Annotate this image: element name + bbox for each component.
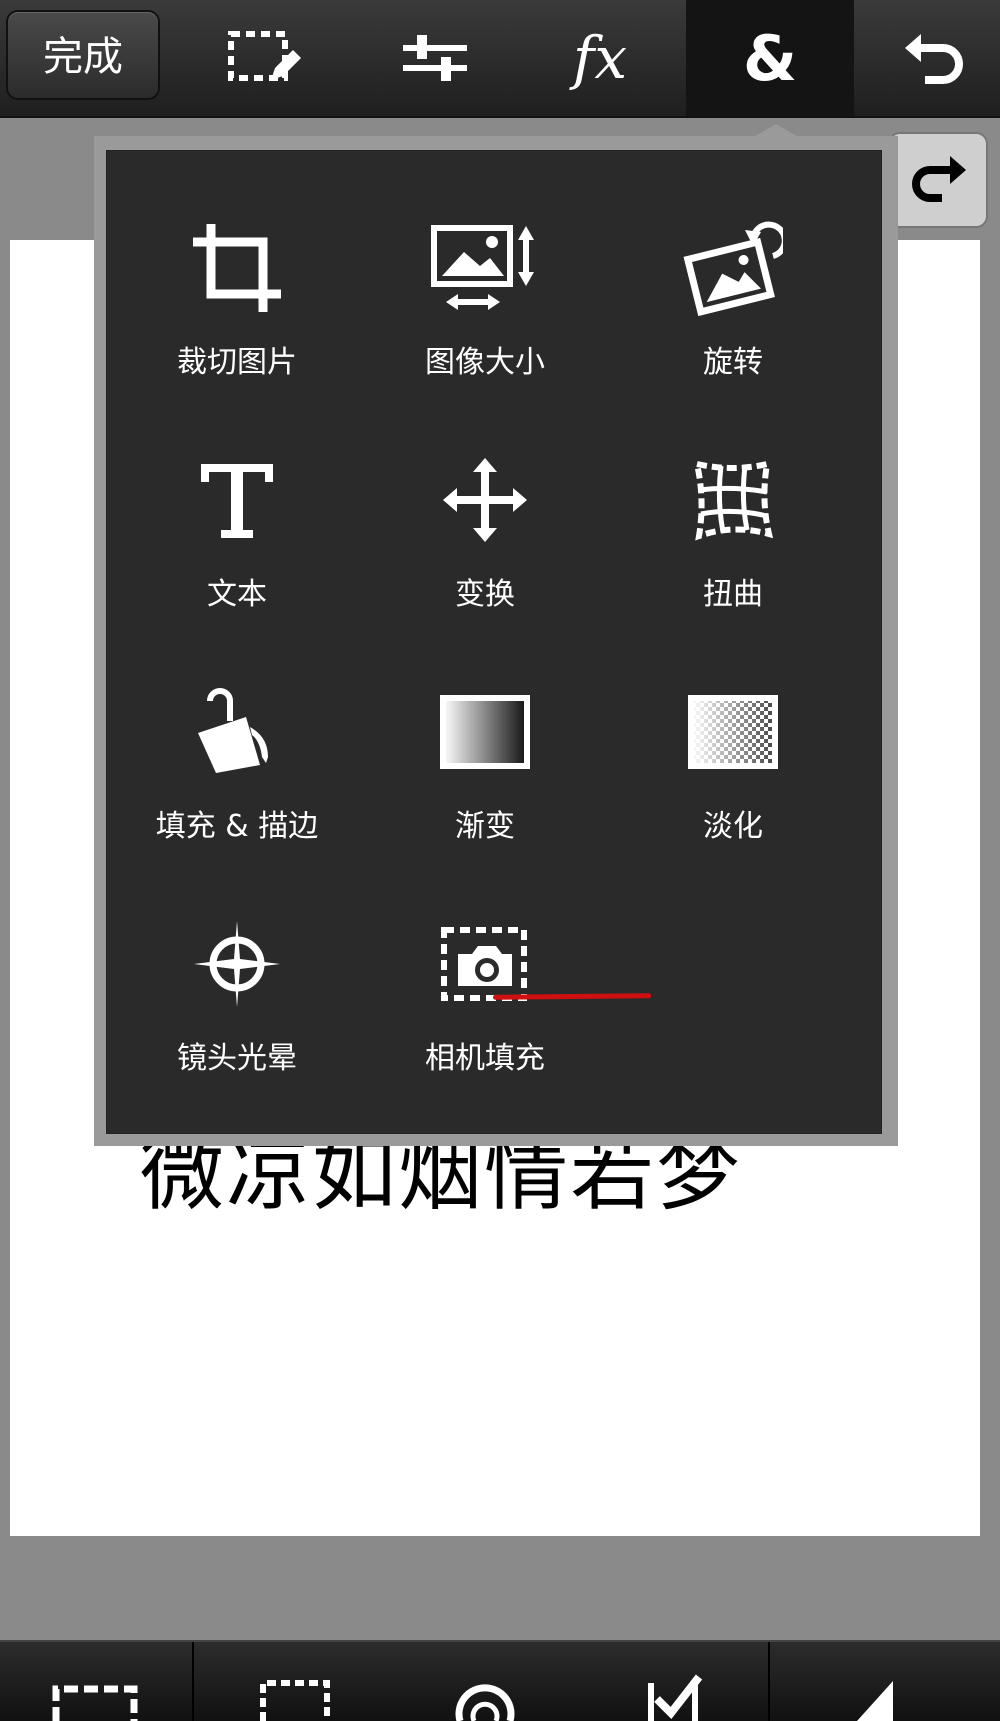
lens-flare-icon — [182, 913, 292, 1015]
arrow-icon[interactable] — [820, 1642, 930, 1721]
selection-edit-icon[interactable] — [190, 0, 340, 116]
rotate-icon — [678, 217, 788, 319]
menu-item-text[interactable]: 文本 — [117, 383, 357, 613]
popup-pointer — [752, 124, 800, 138]
menu-item-camera-fill[interactable]: 相机填充 — [365, 847, 605, 1077]
menu-item-label: 扭曲 — [703, 577, 763, 612]
menu-item-label: 填充 & 描边 — [155, 809, 319, 844]
menu-item-crop[interactable]: 裁切图片 — [117, 151, 357, 381]
menu-item-fill-stroke[interactable]: 填充 & 描边 — [117, 615, 357, 845]
ampersand-icon[interactable]: & — [686, 0, 854, 116]
camera-fill-icon — [430, 913, 540, 1015]
marquee-icon[interactable] — [40, 1642, 150, 1721]
menu-item-gradient[interactable]: 渐变 — [365, 615, 605, 845]
menu-item-label: 淡化 — [703, 809, 763, 844]
menu-item-transform[interactable]: 变换 — [365, 383, 605, 613]
separator — [768, 1642, 770, 1721]
lasso-icon[interactable] — [430, 1642, 540, 1721]
gradient-icon — [430, 681, 540, 783]
menu-item-label: 裁切图片 — [177, 345, 297, 380]
ampersand-label: & — [742, 21, 798, 95]
undo-icon[interactable] — [870, 0, 1000, 116]
menu-item-label: 变换 — [455, 577, 515, 612]
image-size-icon — [430, 217, 540, 319]
edit-tools-menu: 裁切图片 图像大小 旋转 文本 变换 扭曲 填充 & 描边 渐变 淡化 镜头光晕… — [106, 150, 882, 1134]
done-button[interactable]: 完成 — [6, 10, 160, 100]
menu-item-label: 图像大小 — [425, 345, 545, 380]
fx-icon[interactable]: fx — [530, 0, 670, 116]
menu-item-warp[interactable]: 扭曲 — [613, 383, 853, 613]
menu-item-lens-flare[interactable]: 镜头光晕 — [117, 847, 357, 1077]
menu-item-label: 旋转 — [703, 345, 763, 380]
check-icon[interactable] — [620, 1642, 730, 1721]
text-icon — [182, 449, 292, 551]
highlight-underline — [492, 993, 652, 1000]
menu-item-label: 文本 — [207, 577, 267, 612]
bottom-toolbar — [0, 1640, 1000, 1721]
warp-icon — [678, 449, 788, 551]
menu-item-image-size[interactable]: 图像大小 — [365, 151, 605, 381]
menu-item-rotate[interactable]: 旋转 — [613, 151, 853, 381]
adjustments-icon[interactable] — [360, 0, 510, 116]
fade-icon — [678, 681, 788, 783]
menu-item-label: 相机填充 — [425, 1041, 545, 1076]
transform-icon — [430, 449, 540, 551]
menu-item-label: 镜头光晕 — [177, 1041, 297, 1076]
redo-button[interactable] — [888, 132, 988, 228]
menu-item-fade[interactable]: 淡化 — [613, 615, 853, 845]
select-icon[interactable] — [240, 1642, 350, 1721]
redo-icon — [912, 156, 966, 202]
fill-stroke-icon — [182, 681, 292, 783]
top-toolbar: 完成 fx & — [0, 0, 1000, 118]
crop-icon — [182, 217, 292, 319]
separator — [192, 1642, 194, 1721]
fx-label: fx — [572, 24, 628, 92]
menu-item-label: 渐变 — [455, 809, 515, 844]
